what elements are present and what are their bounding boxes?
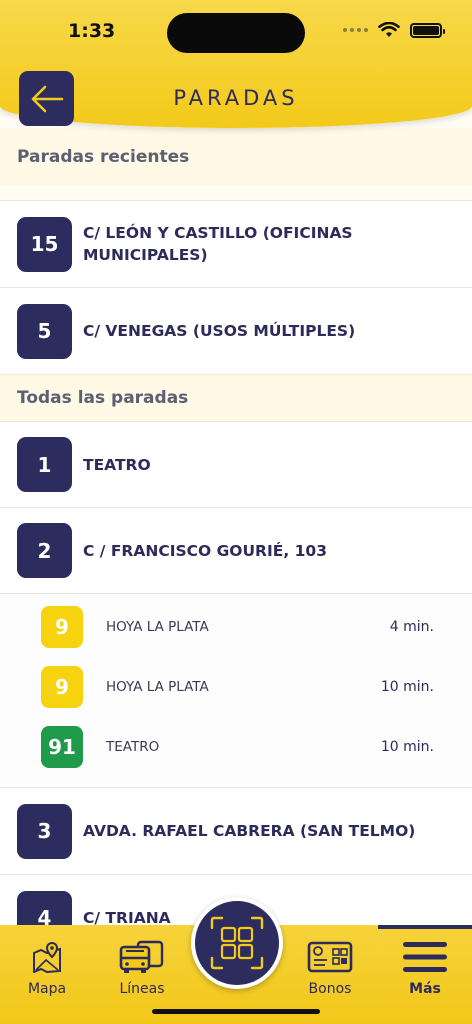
battery-icon — [410, 22, 445, 38]
card-icon — [307, 941, 353, 973]
stop-number-badge: 15 — [17, 216, 72, 272]
stop-name: C / FRANCISCO GOURIÉ, 103 — [83, 541, 327, 560]
stop-name: TEATRO — [83, 455, 151, 474]
stop-number-badge: 3 — [17, 803, 72, 859]
menu-icon — [403, 942, 447, 972]
stop-number-badge: 1 — [17, 437, 72, 492]
page-title: PARADAS — [173, 86, 299, 110]
line-badge: 9 — [41, 666, 83, 708]
arrival-destination: HOYA LA PLATA — [106, 619, 209, 635]
section-title: Paradas recientes — [17, 146, 190, 167]
line-badge: 9 — [41, 606, 83, 648]
section-title: Todas las paradas — [17, 388, 189, 408]
wifi-icon — [378, 22, 400, 37]
stop-number-badge: 5 — [17, 303, 72, 359]
tab-label: Más — [409, 981, 441, 997]
map-icon — [33, 941, 61, 973]
arrival-item[interactable]: 91 TEATRO 10 min. — [0, 717, 472, 777]
stop-name: C/ VENEGAS (USOS MÚLTIPLES) — [83, 322, 356, 340]
cellular-signal-icon — [343, 28, 368, 32]
status-icons — [343, 22, 445, 38]
stop-row-expanded[interactable]: 2 C / FRANCISCO GOURIÉ, 103 — [0, 507, 472, 593]
tab-active-indicator — [378, 925, 472, 929]
stop-row[interactable]: 3 AVDA. RAFAEL CABRERA (SAN TELMO) — [0, 787, 472, 874]
stop-number-badge: 4 — [17, 890, 72, 925]
stop-row[interactable]: 15 C/ LEÓN Y CASTILLO (OFICINAS MUNICIPA… — [0, 200, 472, 287]
arrivals-panel: 9 HOYA LA PLATA 4 min. 9 HOYA LA PLATA 1… — [0, 593, 472, 787]
stop-row[interactable]: 5 C/ VENEGAS (USOS MÚLTIPLES) — [0, 287, 472, 374]
stop-number-badge: 2 — [17, 523, 72, 578]
tab-mapa[interactable]: Mapa — [14, 925, 80, 1024]
section-recent-stops: Paradas recientes — [0, 128, 472, 185]
stop-name: AVDA. RAFAEL CABRERA (SAN TELMO) — [83, 822, 416, 840]
arrival-item[interactable]: 9 HOYA LA PLATA 10 min. — [0, 657, 472, 717]
scan-qr-button[interactable] — [191, 897, 283, 989]
stops-list[interactable]: Paradas recientes 15 C/ LEÓN Y CASTILLO … — [0, 0, 472, 925]
home-indicator — [152, 1009, 320, 1014]
tab-label: Bonos — [308, 981, 352, 997]
tab-label: Líneas — [119, 981, 165, 997]
line-badge: 91 — [41, 726, 83, 768]
arrival-time: 10 min. — [380, 739, 434, 755]
arrival-time: 4 min. — [389, 619, 434, 635]
tab-label: Mapa — [27, 981, 67, 997]
section-all-stops: Todas las paradas — [0, 374, 472, 421]
arrival-destination: HOYA LA PLATA — [106, 679, 209, 695]
stop-row[interactable]: 1 TEATRO — [0, 421, 472, 507]
arrival-destination: TEATRO — [106, 739, 160, 755]
tab-mas[interactable]: Más — [390, 925, 460, 1024]
bus-icon — [119, 940, 164, 973]
dynamic-island — [167, 13, 305, 53]
arrival-item[interactable]: 9 HOYA LA PLATA 4 min. — [0, 597, 472, 657]
arrival-time: 10 min. — [380, 679, 434, 695]
qr-scan-icon — [210, 916, 264, 970]
status-time: 1:33 — [68, 20, 116, 42]
stop-name: C/ LEÓN Y CASTILLO (OFICINAS MUNICIPALES… — [83, 224, 353, 264]
